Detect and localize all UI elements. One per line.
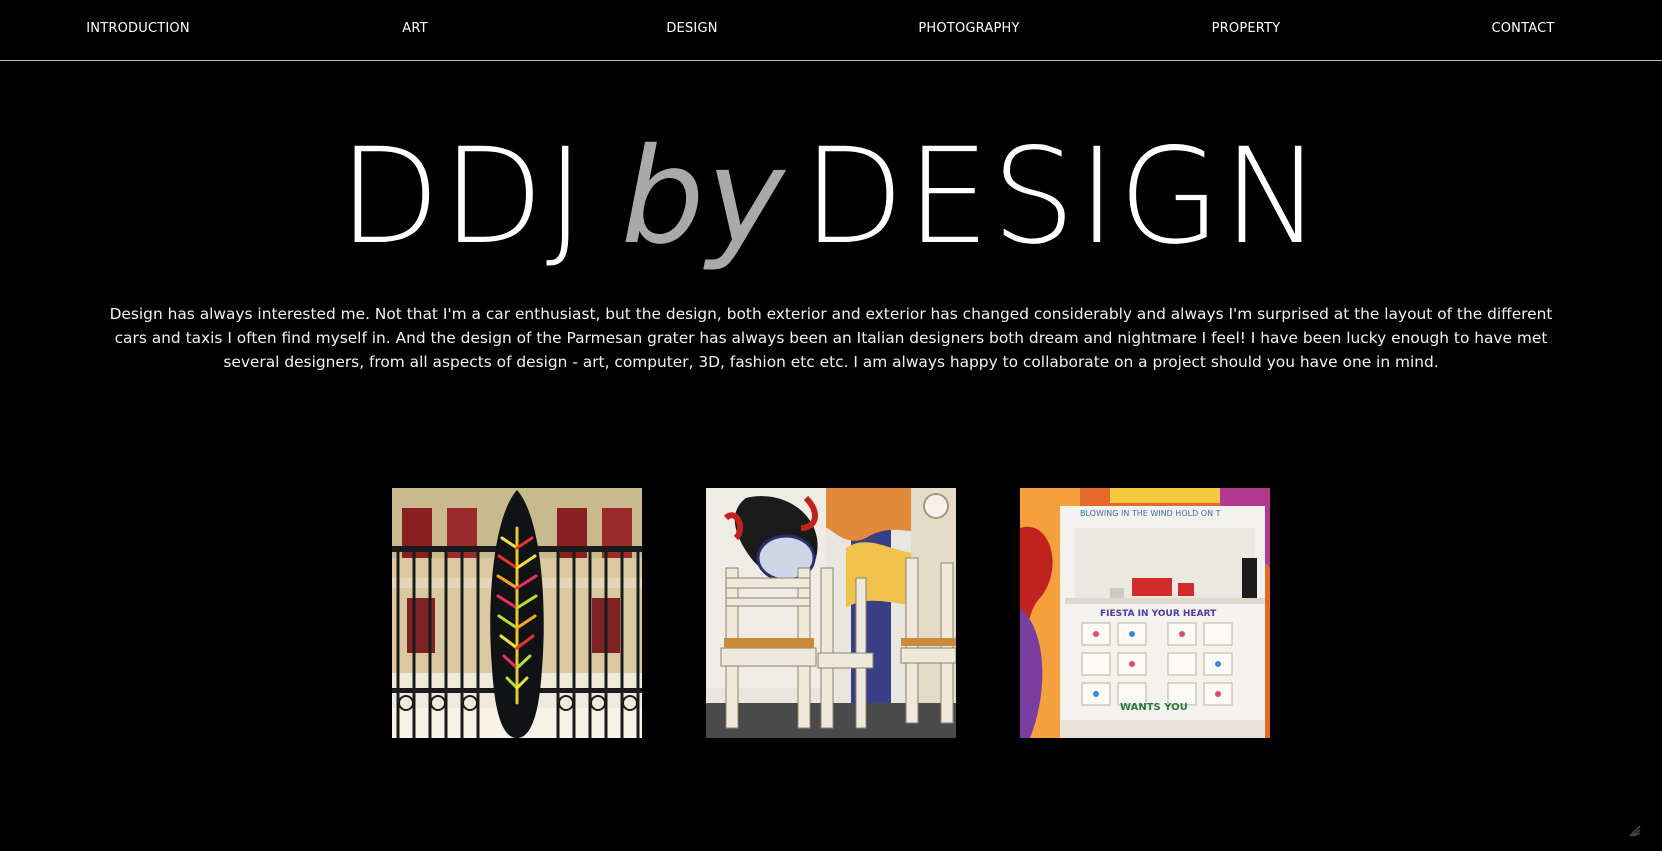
feather-pen-icon[interactable] bbox=[1628, 823, 1642, 837]
painted-cabinet-image[interactable]: BLOWING IN THE WIND HOLD ON T FIESTA IN … bbox=[1020, 488, 1270, 738]
cabinet-text-bottom: WANTS YOU bbox=[1120, 702, 1188, 713]
cabinet-text-middle: FIESTA IN YOUR HEART bbox=[1100, 609, 1217, 619]
nav-photography[interactable]: PHOTOGRAPHY bbox=[869, 21, 1069, 36]
nav-property[interactable]: PROPERTY bbox=[1146, 21, 1346, 36]
top-navigation: INTRODUCTION ART DESIGN PHOTOGRAPHY PROP… bbox=[0, 0, 1662, 61]
intro-paragraph: Design has always interested me. Not tha… bbox=[109, 305, 1553, 371]
nav-introduction[interactable]: INTRODUCTION bbox=[38, 21, 238, 36]
nav-design[interactable]: DESIGN bbox=[592, 21, 792, 36]
cabinet-text-top: BLOWING IN THE WIND HOLD ON T bbox=[1080, 509, 1221, 518]
title-design: DESIGN bbox=[802, 120, 1324, 274]
nav-contact[interactable]: CONTACT bbox=[1423, 21, 1623, 36]
title-by: by bbox=[620, 120, 787, 274]
painted-chairs-image[interactable] bbox=[706, 488, 956, 738]
page-title: DDJ by DESIGN bbox=[0, 122, 1662, 272]
title-ddj: DDJ bbox=[338, 120, 587, 274]
nav-art[interactable]: ART bbox=[315, 21, 515, 36]
painted-surfboard-image[interactable] bbox=[392, 488, 642, 738]
